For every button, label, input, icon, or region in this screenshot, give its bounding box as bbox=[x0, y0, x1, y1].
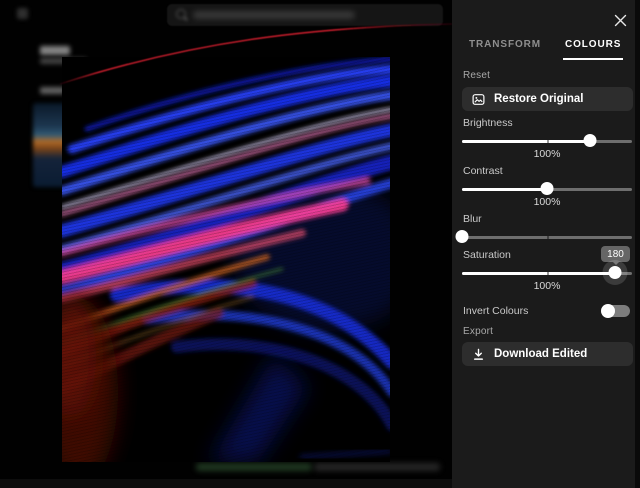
saturation-label: Saturation bbox=[463, 249, 511, 261]
brightness-value: 100% bbox=[533, 148, 561, 160]
slider-center-tick bbox=[547, 139, 549, 143]
sidebar-heading-blurred bbox=[40, 46, 70, 55]
reset-section-label: Reset bbox=[463, 70, 491, 81]
brightness-slider[interactable] bbox=[462, 134, 632, 148]
light-trails-artwork bbox=[62, 57, 390, 462]
contrast-value: 100% bbox=[533, 196, 561, 208]
contrast-slider-handle[interactable] bbox=[540, 182, 554, 195]
slider-center-tick bbox=[547, 235, 549, 239]
brightness-slider-handle[interactable] bbox=[583, 134, 596, 147]
saturation-slider-handle[interactable] bbox=[608, 266, 622, 279]
invert-colours-toggle[interactable] bbox=[601, 304, 630, 318]
editor-tabs: TRANSFORM COLOURS bbox=[467, 39, 624, 60]
search-bar-dimmed bbox=[167, 4, 443, 26]
contrast-slider[interactable] bbox=[462, 182, 632, 196]
image-icon bbox=[472, 93, 485, 105]
edit-panel: TRANSFORM COLOURS Reset Restore Original… bbox=[452, 0, 635, 488]
saturation-value: 100% bbox=[533, 280, 561, 292]
photo-caption-blurred-2 bbox=[314, 463, 440, 471]
close-icon[interactable] bbox=[613, 13, 628, 28]
tab-colours[interactable]: COLOURS bbox=[562, 39, 624, 60]
contrast-label: Contrast bbox=[463, 165, 503, 177]
blur-slider-handle[interactable] bbox=[455, 230, 469, 243]
search-placeholder-blurred bbox=[193, 11, 355, 19]
saturation-slider[interactable] bbox=[462, 260, 632, 285]
slider-fill bbox=[462, 187, 547, 191]
search-icon bbox=[176, 9, 186, 19]
page-bottom-strip bbox=[0, 479, 452, 488]
app-window: TRANSFORM COLOURS Reset Restore Original… bbox=[0, 0, 640, 488]
export-section-label: Export bbox=[463, 326, 494, 337]
restore-original-button[interactable]: Restore Original bbox=[462, 87, 633, 111]
toggle-knob bbox=[601, 304, 615, 318]
slider-fill bbox=[462, 271, 615, 275]
tab-transform[interactable]: TRANSFORM bbox=[467, 39, 543, 60]
blur-slider[interactable] bbox=[455, 230, 632, 244]
panel-edge-strip bbox=[635, 0, 640, 488]
menu-icon bbox=[17, 8, 28, 19]
photo-caption-blurred bbox=[196, 463, 312, 471]
photo-preview bbox=[62, 57, 390, 462]
brightness-label: Brightness bbox=[463, 117, 513, 129]
download-icon bbox=[473, 348, 484, 360]
blur-label: Blur bbox=[463, 213, 482, 225]
download-edited-label: Download Edited bbox=[494, 348, 588, 360]
download-edited-button[interactable]: Download Edited bbox=[462, 342, 633, 366]
restore-original-label: Restore Original bbox=[494, 93, 584, 105]
invert-colours-label: Invert Colours bbox=[463, 305, 529, 317]
slider-center-tick bbox=[547, 271, 549, 275]
slider-fill bbox=[462, 139, 590, 143]
